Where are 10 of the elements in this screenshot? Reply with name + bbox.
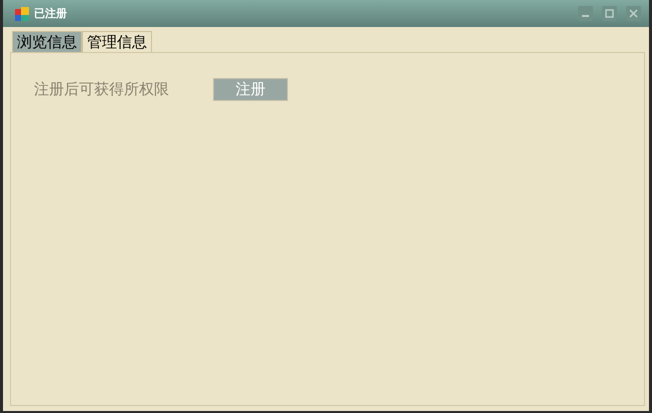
close-button[interactable]	[626, 6, 641, 21]
window-title: 已注册	[34, 6, 68, 21]
close-icon	[629, 9, 638, 18]
app-icon	[15, 6, 29, 20]
maximize-button[interactable]	[602, 6, 617, 21]
tab[interactable]: 管理信息	[82, 31, 152, 52]
minimize-button[interactable]	[578, 6, 593, 21]
maximize-icon	[605, 9, 614, 18]
tab[interactable]: 浏览信息	[12, 31, 82, 52]
permission-message: 注册后可获得所权限	[34, 80, 169, 99]
